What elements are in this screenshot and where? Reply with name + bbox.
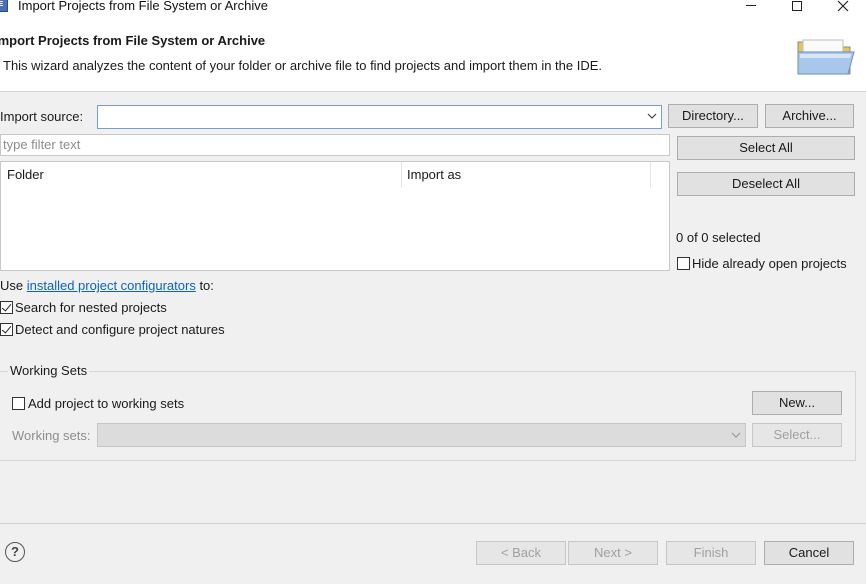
working-sets-label: Working sets: xyxy=(12,428,91,443)
search-nested-label: Search for nested projects xyxy=(15,300,167,315)
configurators-prefix: Use xyxy=(0,278,27,293)
wizard-banner: Import Projects from File System or Arch… xyxy=(0,16,866,92)
detect-natures-label: Detect and configure project natures xyxy=(15,322,225,337)
close-button[interactable] xyxy=(820,0,866,14)
folder-icon xyxy=(797,39,855,75)
working-sets-combo[interactable] xyxy=(97,423,746,447)
configurators-suffix: to: xyxy=(195,278,214,293)
new-working-set-button[interactable]: New... xyxy=(752,391,842,415)
import-source-combo[interactable] xyxy=(97,105,662,129)
select-all-button[interactable]: Select All xyxy=(677,136,855,160)
select-working-sets-button[interactable]: Select... xyxy=(752,423,842,447)
working-sets-title: Working Sets xyxy=(8,363,90,378)
next-button[interactable]: Next > xyxy=(568,541,658,565)
import-source-label: Import source: xyxy=(0,109,84,124)
chevron-down-icon xyxy=(647,113,657,119)
selection-count: 0 of 0 selected xyxy=(676,230,761,245)
hide-open-projects-checkbox[interactable] xyxy=(677,257,690,270)
chevron-down-icon xyxy=(731,432,741,438)
filter-input[interactable]: type filter text xyxy=(0,134,670,156)
maximize-button[interactable] xyxy=(774,0,820,14)
app-icon: E xyxy=(0,0,8,12)
back-button[interactable]: < Back xyxy=(476,541,566,565)
add-to-working-sets-checkbox[interactable] xyxy=(12,397,25,410)
search-nested-checkbox[interactable] xyxy=(0,301,13,314)
detect-natures-checkbox[interactable] xyxy=(0,323,13,336)
window-title: Import Projects from File System or Arch… xyxy=(18,0,268,13)
help-icon[interactable]: ? xyxy=(5,542,25,562)
cancel-button[interactable]: Cancel xyxy=(764,541,854,565)
column-header-folder[interactable]: Folder xyxy=(7,162,402,188)
maximize-icon xyxy=(792,1,802,11)
footer-separator xyxy=(0,523,866,524)
banner-description: This wizard analyzes the content of your… xyxy=(3,58,603,73)
close-icon xyxy=(837,0,849,12)
hide-open-projects-label: Hide already open projects xyxy=(692,256,847,271)
directory-button[interactable]: Directory... xyxy=(668,104,758,128)
minimize-button[interactable] xyxy=(728,0,774,14)
banner-title: Import Projects from File System or Arch… xyxy=(0,33,266,48)
add-to-working-sets-label: Add project to working sets xyxy=(28,396,185,411)
installed-configurators-link[interactable]: installed project configurators xyxy=(27,278,196,293)
title-bar: E Import Projects from File System or Ar… xyxy=(0,0,866,16)
working-sets-group xyxy=(0,371,856,461)
projects-table[interactable]: Folder Import as xyxy=(0,161,670,271)
column-header-import-as[interactable]: Import as xyxy=(407,162,651,188)
configurators-text: Use installed project configurators to: xyxy=(0,278,214,293)
minimize-icon xyxy=(746,4,756,6)
deselect-all-button[interactable]: Deselect All xyxy=(677,172,855,196)
archive-button[interactable]: Archive... xyxy=(765,104,854,128)
finish-button[interactable]: Finish xyxy=(666,541,756,565)
